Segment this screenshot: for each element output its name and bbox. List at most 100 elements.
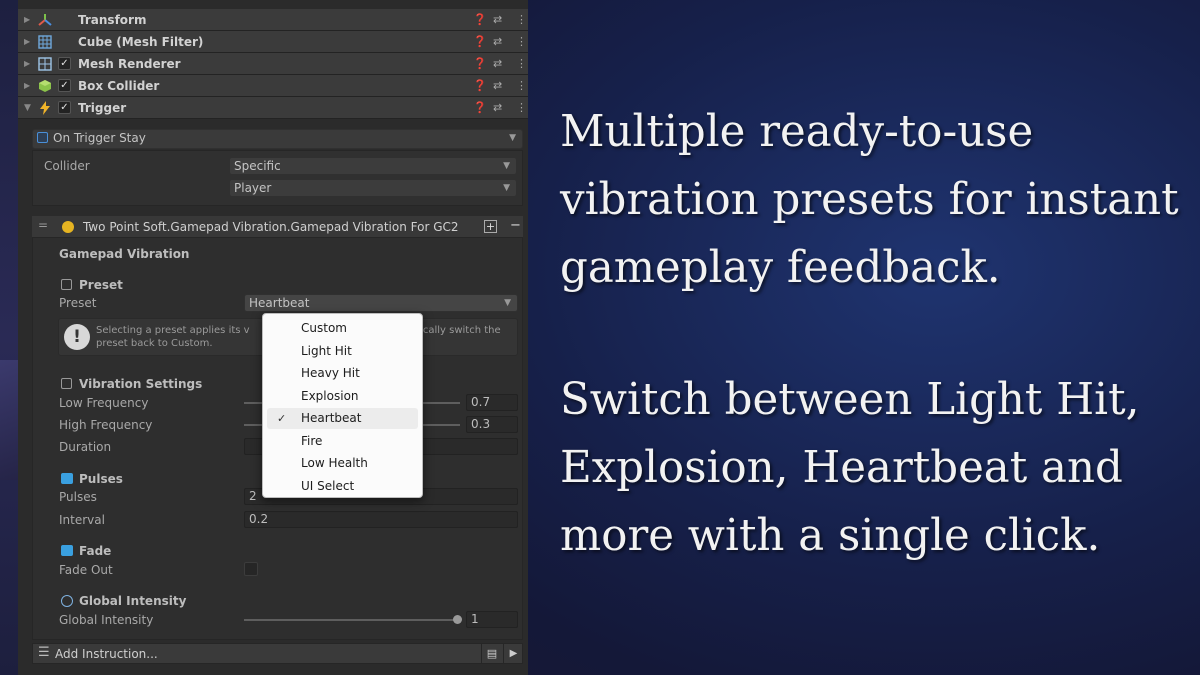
vibration-settings-header: Vibration Settings	[79, 377, 203, 391]
interval-label: Interval	[59, 513, 105, 527]
duration-label: Duration	[59, 440, 112, 454]
component-title: Trigger	[78, 100, 127, 115]
fold-arrow-icon[interactable]: ▶	[24, 59, 30, 68]
preset-settings-icon[interactable]: ⇄	[493, 79, 502, 92]
enable-checkbox[interactable]: ✓	[58, 79, 71, 92]
play-icon[interactable]: ▶	[503, 643, 523, 664]
component-header-box-collider[interactable]: ▶ ✓ Box Collider ❓ ⇄ ⋮	[18, 75, 528, 97]
chevron-down-icon: ▼	[503, 183, 510, 193]
more-options-icon[interactable]: ⋮	[516, 79, 527, 92]
fold-arrow-icon[interactable]: ▶	[24, 81, 30, 90]
preset-popup-menu: Custom Light Hit Heavy Hit Explosion ✓ Heartb…	[262, 313, 423, 498]
marketing-line: Explosion, Heartbeat and	[560, 443, 1123, 493]
enable-checkbox[interactable]: ✓	[58, 57, 71, 70]
preset-dropdown[interactable]: Heartbeat ▼	[244, 294, 518, 312]
marketing-line: Multiple ready-to-use	[560, 107, 1034, 157]
drag-handle-icon[interactable]: =	[38, 218, 48, 232]
collider-target-dropdown[interactable]: Player ▼	[229, 179, 517, 197]
globe-icon	[61, 595, 73, 607]
marketing-line: more with a single click.	[560, 511, 1101, 561]
global-intensity-knob[interactable]	[453, 615, 462, 624]
preset-menu-item[interactable]: Low Health	[267, 453, 418, 474]
help-text-line1-right: atically switch the	[410, 325, 501, 336]
trigger-event-dropdown[interactable]: On Trigger Stay ▼	[32, 129, 523, 149]
component-header-trigger[interactable]: ▼ ✓ Trigger ❓ ⇄ ⋮	[18, 97, 528, 119]
pulses-icon	[61, 473, 73, 484]
preset-value: Heartbeat	[249, 296, 310, 310]
preset-label: Preset	[59, 296, 97, 310]
fade-icon	[61, 545, 73, 556]
component-header-mesh-renderer[interactable]: ▶ ✓ Mesh Renderer ❓ ⇄ ⋮	[18, 53, 528, 75]
decorative-shape	[0, 360, 18, 480]
preset-settings-icon[interactable]: ⇄	[493, 35, 502, 48]
help-icon[interactable]: ❓	[473, 57, 487, 70]
component-title: Mesh Renderer	[78, 56, 181, 71]
preset-settings-icon[interactable]: ⇄	[493, 101, 502, 114]
clipboard-icon[interactable]: ▤	[481, 643, 502, 664]
collider-target-value: Player	[234, 181, 272, 195]
box-collider-icon	[38, 79, 52, 93]
preset-menu-item-label: Explosion	[301, 388, 359, 403]
preset-menu-item[interactable]: Light Hit	[267, 341, 418, 362]
low-frequency-label: Low Frequency	[59, 396, 149, 410]
global-intensity-slider[interactable]	[244, 619, 460, 621]
collider-mode-value: Specific	[234, 159, 281, 173]
global-intensity-label: Global Intensity	[59, 613, 154, 627]
info-icon: !	[64, 324, 90, 350]
add-icon[interactable]: +	[484, 220, 497, 233]
help-icon[interactable]: ❓	[473, 101, 487, 114]
status-dot-icon	[62, 221, 74, 233]
low-frequency-field[interactable]: 0.7	[466, 394, 518, 411]
component-title: Box Collider	[78, 78, 160, 93]
enable-checkbox[interactable]: ✓	[58, 101, 71, 114]
checkmark-icon: ✓	[277, 412, 287, 425]
component-title: Transform	[78, 12, 147, 27]
more-options-icon[interactable]: ⋮	[516, 57, 527, 70]
mesh-filter-icon	[38, 34, 52, 49]
more-options-icon[interactable]: ⋮	[516, 35, 527, 48]
left-background-strip	[0, 0, 18, 675]
section-title: Gamepad Vibration	[59, 247, 190, 261]
preset-menu-item[interactable]: UI Select	[267, 476, 418, 497]
global-intensity-header: Global Intensity	[79, 594, 187, 608]
marketing-line: Switch between Light Hit,	[560, 375, 1140, 425]
fade-out-checkbox[interactable]	[244, 562, 258, 576]
lightning-icon	[38, 100, 52, 115]
collider-mode-dropdown[interactable]: Specific ▼	[229, 157, 517, 175]
pulses-label: Pulses	[59, 490, 97, 504]
high-frequency-field[interactable]: 0.3	[466, 416, 518, 433]
fade-out-label: Fade Out	[59, 563, 113, 577]
vibration-settings-icon	[61, 378, 72, 389]
preset-menu-item[interactable]: Heavy Hit	[267, 363, 418, 384]
preset-menu-item[interactable]: Custom	[267, 318, 418, 339]
help-icon[interactable]: ❓	[473, 79, 487, 92]
chevron-down-icon: ▼	[503, 161, 510, 171]
mesh-renderer-icon	[38, 56, 52, 71]
help-icon[interactable]: ❓	[473, 35, 487, 48]
component-header-transform[interactable]: ▶ Transform ❓ ⇄ ⋮	[18, 9, 528, 31]
global-intensity-field[interactable]: 1	[466, 611, 518, 628]
transform-icon	[38, 13, 52, 27]
interval-field[interactable]: 0.2	[244, 511, 518, 528]
remove-icon[interactable]: −	[510, 218, 521, 233]
preset-menu-item[interactable]: ✓ Heartbeat	[267, 408, 418, 429]
add-instruction-label: Add Instruction...	[55, 647, 158, 661]
fold-arrow-icon[interactable]: ▶	[24, 15, 30, 24]
preset-menu-item[interactable]: Explosion	[267, 386, 418, 407]
more-options-icon[interactable]: ⋮	[516, 13, 527, 26]
fold-arrow-icon[interactable]: ▶	[24, 37, 30, 46]
help-text-line1-left: Selecting a preset applies its v	[96, 325, 250, 336]
instruction-title: Two Point Soft.Gamepad Vibration.Gamepad…	[83, 220, 459, 234]
preset-menu-item[interactable]: Fire	[267, 431, 418, 452]
fold-arrow-expanded-icon[interactable]: ▼	[24, 103, 31, 113]
help-icon[interactable]: ❓	[473, 13, 487, 26]
marketing-line: gameplay feedback.	[560, 243, 1001, 293]
preset-settings-icon[interactable]: ⇄	[493, 13, 502, 26]
preset-menu-item-label: Heavy Hit	[301, 366, 360, 380]
trigger-event-value: On Trigger Stay	[53, 131, 146, 145]
preset-menu-item-label: Light Hit	[301, 343, 352, 358]
collider-label: Collider	[44, 159, 90, 173]
more-options-icon[interactable]: ⋮	[516, 101, 527, 114]
preset-settings-icon[interactable]: ⇄	[493, 57, 502, 70]
component-header-mesh-filter[interactable]: ▶ Cube (Mesh Filter) ❓ ⇄ ⋮	[18, 31, 528, 53]
